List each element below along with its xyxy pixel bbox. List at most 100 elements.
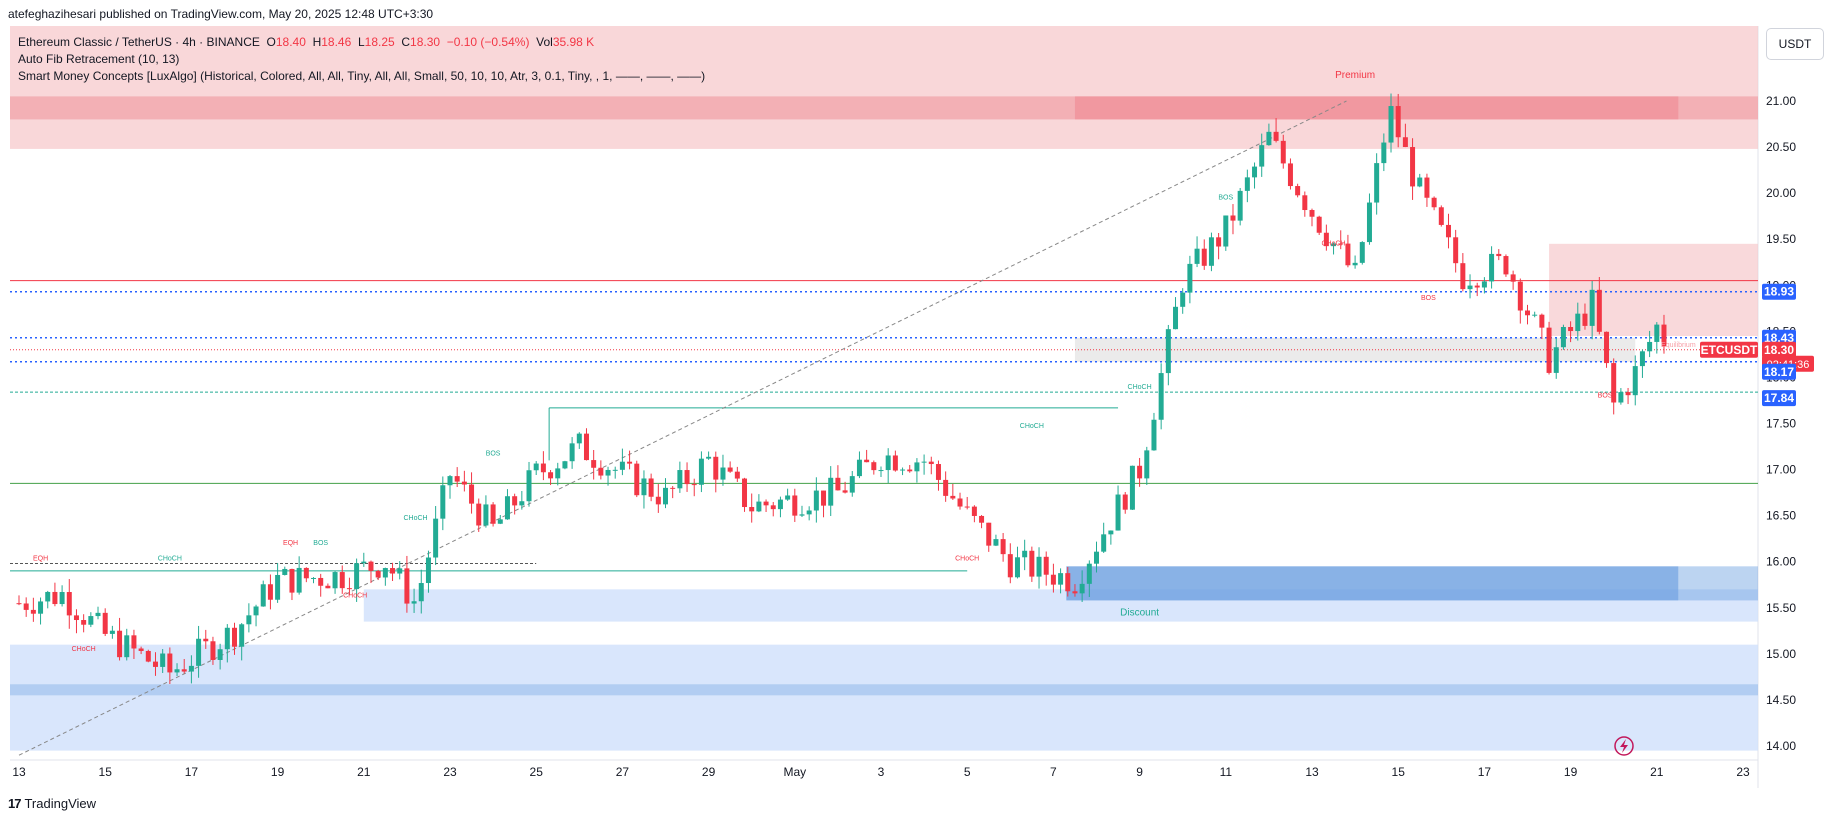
time-axis[interactable]: 13 15 17 19 21 23 25 27 29 May 3 5 7 9 11 13 15 17 19 21 23 xyxy=(12,765,1750,779)
price-chart[interactable]: Premium Discount EQH CHoCH CHoCH EQH BOS CHoCH C… xyxy=(0,0,1835,822)
candle-body xyxy=(691,484,697,486)
candle-body xyxy=(196,638,202,666)
price-tick: 20.50 xyxy=(1766,140,1796,154)
candle-body xyxy=(325,585,331,589)
candle-body xyxy=(864,459,870,463)
candle-body xyxy=(1525,310,1530,316)
brand-label: TradingView xyxy=(24,796,97,811)
candle-body xyxy=(332,572,338,589)
zone-label-premium: Premium xyxy=(1335,70,1375,81)
candle-body xyxy=(583,433,589,461)
candle-body xyxy=(756,501,762,512)
candle-body xyxy=(275,574,281,600)
price-label-text: 18.30 xyxy=(1764,343,1794,357)
structure-label: BOS xyxy=(486,451,501,458)
candle-body xyxy=(131,635,137,649)
candle-body xyxy=(842,490,848,493)
candle-body xyxy=(562,461,568,469)
time-tick: 21 xyxy=(1650,765,1664,779)
time-tick: 9 xyxy=(1136,765,1143,779)
price-label-text: 17.84 xyxy=(1764,391,1794,405)
vol-value: 35.98 K xyxy=(552,35,595,49)
low-value: 18.25 xyxy=(364,35,395,49)
supply-zone xyxy=(1549,243,1758,336)
candle-body xyxy=(1086,563,1092,584)
candle-body xyxy=(124,635,130,658)
candle-body xyxy=(1575,313,1581,332)
candle-body xyxy=(375,570,381,578)
price-axis[interactable]: 21.0020.5020.0019.5019.0018.5018.0017.50… xyxy=(1766,94,1796,753)
candle-body xyxy=(203,638,209,642)
candle-body xyxy=(95,612,101,617)
candle-body xyxy=(253,606,259,616)
candle-body xyxy=(993,539,999,546)
candle-body xyxy=(1417,177,1423,187)
legend-indicator-smc[interactable]: Smart Money Concepts [LuxAlgo] (Historic… xyxy=(18,69,705,83)
candle-body xyxy=(318,577,324,586)
candle-body xyxy=(1036,556,1042,577)
candle-body xyxy=(210,641,216,660)
candle-body xyxy=(504,496,510,520)
candle-body xyxy=(440,485,446,519)
change-value: −0.10 (−0.54%) xyxy=(446,35,530,49)
price-tick: 19.50 xyxy=(1766,232,1796,246)
time-tick: 17 xyxy=(185,765,199,779)
legend-symbol-row[interactable]: Ethereum Classic / TetherUS · 4h · BINAN… xyxy=(18,35,594,49)
candle-body xyxy=(339,572,345,589)
candle-body xyxy=(145,650,151,662)
candle-body xyxy=(950,495,956,499)
candle-body xyxy=(296,567,302,593)
candle-body xyxy=(634,463,640,496)
candle-body xyxy=(260,584,266,607)
candle-body xyxy=(167,653,173,673)
price-tick: 14.50 xyxy=(1766,693,1796,707)
candle-body xyxy=(519,501,525,506)
candle-body xyxy=(1000,539,1006,555)
candle-body xyxy=(1295,186,1301,196)
candle-body xyxy=(1050,574,1056,585)
candle-body xyxy=(1187,263,1193,293)
candle-body xyxy=(598,467,604,476)
time-tick: 13 xyxy=(1305,765,1319,779)
candle-body xyxy=(1302,195,1308,211)
candle-body xyxy=(878,470,884,472)
candle-body xyxy=(81,620,87,625)
candle-body xyxy=(45,591,51,602)
candle-body xyxy=(30,609,36,614)
candle-body xyxy=(813,490,819,511)
candle-body xyxy=(1474,285,1480,288)
structure-label: BOS xyxy=(313,540,328,547)
candle-body xyxy=(1438,207,1444,225)
candle-body xyxy=(720,467,726,480)
candle-body xyxy=(1352,262,1358,266)
candle-body xyxy=(1237,190,1243,221)
price-tick: 20.00 xyxy=(1766,186,1796,200)
tradingview-brand[interactable]: 17 TradingView xyxy=(8,796,96,811)
candle-body xyxy=(900,469,906,471)
structure-label: CHoCH xyxy=(1321,240,1345,247)
candle-body xyxy=(1489,253,1495,282)
candle-body xyxy=(1517,281,1523,311)
currency-button[interactable]: USDT xyxy=(1766,28,1824,60)
candle-body xyxy=(1058,573,1064,585)
candle-body xyxy=(1079,583,1085,594)
candle-body xyxy=(411,601,417,604)
candle-body xyxy=(1445,224,1451,238)
candle-body xyxy=(52,591,58,605)
candle-body xyxy=(885,455,891,471)
candle-body xyxy=(483,504,489,526)
candle-body xyxy=(698,458,704,485)
candle-body xyxy=(849,476,855,493)
candle-body xyxy=(454,476,460,482)
candle-body xyxy=(1510,274,1516,282)
candle-body xyxy=(1194,248,1200,264)
candle-body xyxy=(1151,419,1157,451)
candle-body xyxy=(354,563,360,590)
candle-body xyxy=(648,478,654,497)
legend-indicator-fib[interactable]: Auto Fib Retracement (10, 13) xyxy=(18,52,179,66)
candle-body xyxy=(1424,177,1430,198)
candle-body xyxy=(828,477,834,506)
candle-body xyxy=(390,568,396,574)
symbol-line: Ethereum Classic / TetherUS · 4h · BINAN… xyxy=(18,35,260,49)
candle-body xyxy=(684,470,690,485)
